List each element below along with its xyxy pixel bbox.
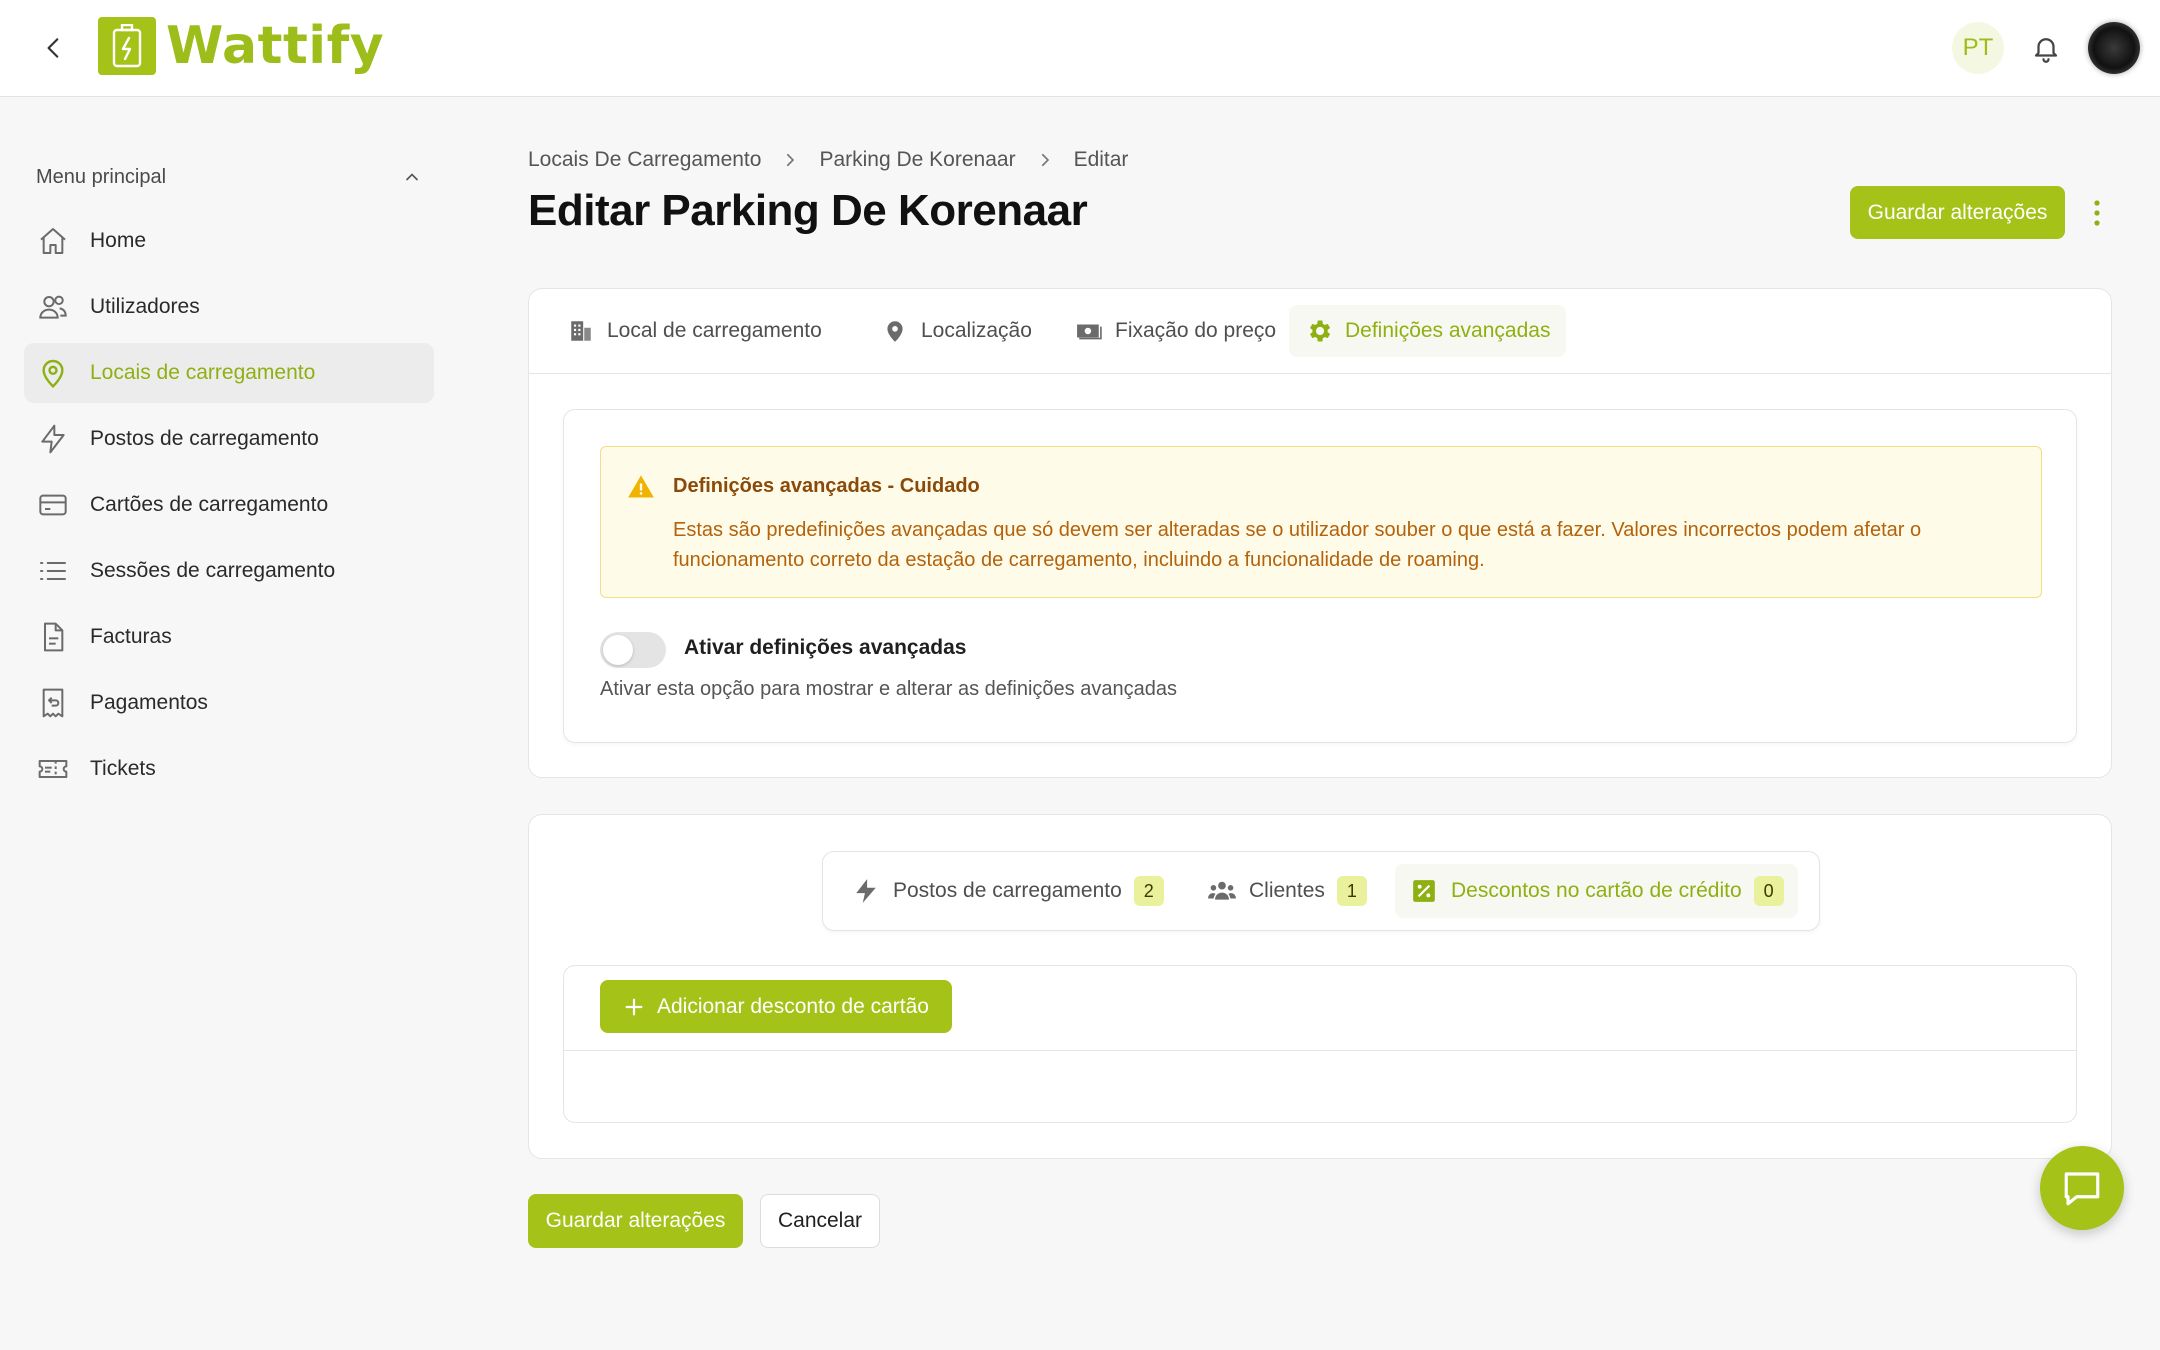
back-button[interactable]: [34, 28, 74, 68]
add-card-discount-label: Adicionar desconto de cartão: [656, 994, 929, 1018]
tab-label: Fixação do preço: [1115, 319, 1277, 342]
sidebar-item-label: Cartões de carregamento: [90, 493, 329, 516]
group-icon: [1207, 876, 1237, 906]
sidebar-item-charging-stations[interactable]: Postos de carregamento: [24, 409, 434, 469]
subtab-label: Descontos no cartão de crédito: [1451, 879, 1742, 902]
tabs-bar: Local de carregamento Localização Fixaçã…: [529, 289, 2111, 374]
page-title: Editar Parking De Korenaar: [528, 186, 1088, 235]
bell-icon: [2034, 38, 2058, 63]
warning-alert: Definições avançadas - Cuidado Estas são…: [600, 446, 2042, 598]
chat-button[interactable]: [2040, 1146, 2124, 1230]
building-icon: [567, 317, 595, 345]
lightning-icon: [851, 876, 881, 906]
count-badge: 1: [1336, 876, 1367, 906]
sidebar-item-label: Utilizadores: [90, 295, 200, 318]
warning-title: Definições avançadas - Cuidado: [673, 475, 980, 497]
sidebar-item-label: Pagamentos: [90, 691, 208, 714]
subtab-charging-stations[interactable]: Postos de carregamento 2: [837, 864, 1178, 918]
sidebar-item-label: Sessões de carregamento: [90, 559, 336, 582]
subtab-label: Postos de carregamento: [893, 879, 1122, 902]
document-icon: [36, 620, 70, 654]
tab-pricing[interactable]: Fixação do preço: [1059, 305, 1292, 357]
plus-icon: [625, 998, 643, 1015]
sidebar-item-tickets[interactable]: Tickets: [24, 739, 434, 799]
sidebar-item-payments[interactable]: Pagamentos: [24, 673, 434, 733]
warning-triangle-icon: [628, 475, 654, 498]
breadcrumb: Locais De Carregamento Parking De Korena…: [528, 146, 1128, 174]
discount-icon: [1409, 876, 1439, 906]
battery-logo-icon: [98, 17, 156, 75]
sidebar-item-label: Home: [90, 229, 147, 252]
kebab-menu-icon: [2094, 200, 2100, 226]
money-icon: [1075, 317, 1103, 345]
edit-location-card: Local de carregamento Localização Fixaçã…: [528, 288, 2112, 778]
save-button-bottom[interactable]: Guardar alterações: [528, 1194, 743, 1248]
add-card-discount-button[interactable]: Adicionar desconto de cartão: [600, 980, 952, 1033]
tab-label: Localização: [921, 319, 1032, 342]
toggle-knob: [603, 635, 633, 665]
card-icon: [36, 488, 70, 522]
discounts-panel: Adicionar desconto de cartão: [563, 965, 2077, 1123]
tab-charging-location[interactable]: Local de carregamento: [551, 305, 838, 357]
toggle-label: Ativar definições avançadas: [684, 636, 967, 659]
breadcrumb-charging-locations[interactable]: Locais De Carregamento: [528, 148, 761, 172]
sidebar-item-charging-sessions[interactable]: Sessões de carregamento: [24, 541, 434, 601]
location-pin-icon: [36, 356, 70, 390]
cancel-button[interactable]: Cancelar: [760, 1194, 880, 1248]
sidebar-item-label: Locais de carregamento: [90, 361, 316, 384]
chevron-up-icon: [406, 173, 418, 181]
receipt-icon: [36, 686, 70, 720]
sidebar-item-charging-locations[interactable]: Locais de carregamento: [24, 343, 434, 403]
logo-text: Wattify: [166, 16, 385, 76]
panel-divider: [564, 1050, 2076, 1051]
tab-label: Definições avançadas: [1345, 319, 1551, 342]
warning-text: Estas são predefinições avançadas que só…: [673, 519, 1922, 571]
tab-location[interactable]: Localização: [865, 305, 1048, 357]
tab-label: Local de carregamento: [607, 319, 822, 342]
sidebar-item-label: Facturas: [90, 625, 172, 648]
sidebar-item-invoices[interactable]: Facturas: [24, 607, 434, 667]
count-badge: 0: [1753, 876, 1784, 906]
app-logo[interactable]: Wattify: [98, 16, 384, 76]
map-pin-icon: [881, 317, 909, 345]
gear-icon: [1305, 317, 1333, 345]
menu-section-toggle[interactable]: Menu principal: [36, 162, 422, 192]
home-icon: [36, 224, 70, 258]
subtabs-bar: Postos de carregamento 2 Clientes 1 Desc…: [822, 851, 1820, 931]
save-button-top[interactable]: Guardar alterações: [1850, 186, 2065, 239]
sidebar-item-label: Tickets: [90, 757, 156, 780]
chevron-right-icon: [781, 151, 799, 169]
breadcrumb-current: Editar: [1073, 148, 1129, 171]
toggle-description: Ativar esta opção para mostrar e alterar…: [600, 678, 1177, 700]
subtab-credit-card-discounts[interactable]: Descontos no cartão de crédito 0: [1395, 864, 1798, 918]
chat-bubble-icon: [2064, 1172, 2100, 1206]
more-options-button[interactable]: [2082, 192, 2112, 234]
notifications-button[interactable]: [2026, 28, 2066, 68]
list-icon: [36, 554, 70, 588]
users-icon: [36, 290, 70, 324]
ticket-icon: [36, 752, 70, 786]
related-items-card: Postos de carregamento 2 Clientes 1 Desc…: [528, 814, 2112, 1159]
lightning-icon: [36, 422, 70, 456]
count-badge: 2: [1133, 876, 1164, 906]
language-selector[interactable]: PT: [1952, 22, 2004, 74]
tab-advanced-settings[interactable]: Definições avançadas: [1289, 305, 1567, 357]
top-bar: Wattify PT: [0, 0, 2160, 97]
menu-section-title: Menu principal: [36, 165, 167, 188]
breadcrumb-location[interactable]: Parking De Korenaar: [819, 148, 1015, 172]
sidebar-item-home[interactable]: Home: [24, 211, 434, 271]
user-avatar[interactable]: [2088, 22, 2140, 74]
chevron-left-icon: [47, 38, 59, 58]
sidebar-item-label: Postos de carregamento: [90, 427, 319, 450]
chevron-right-icon: [1036, 151, 1054, 169]
subtab-clients[interactable]: Clientes 1: [1193, 864, 1381, 918]
advanced-settings-panel: Definições avançadas - Cuidado Estas são…: [563, 409, 2077, 743]
sidebar-item-users[interactable]: Utilizadores: [24, 277, 434, 337]
advanced-settings-toggle[interactable]: [600, 632, 666, 668]
sidebar-item-charging-cards[interactable]: Cartões de carregamento: [24, 475, 434, 535]
subtab-label: Clientes: [1249, 879, 1325, 902]
